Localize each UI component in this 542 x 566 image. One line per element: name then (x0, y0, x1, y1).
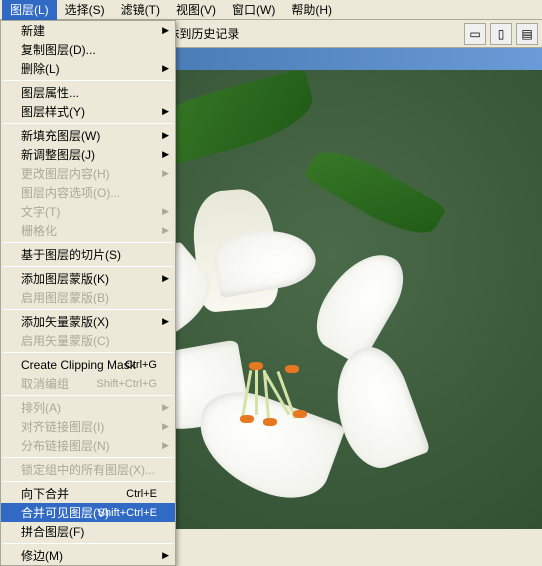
submenu-arrow-icon: ▶ (162, 550, 169, 561)
folder-icon[interactable]: ▯ (490, 23, 512, 45)
submenu-arrow-icon: ▶ (162, 106, 169, 117)
shortcut-label: Shift+Ctrl+E (98, 507, 157, 519)
submenu-arrow-icon: ▶ (162, 440, 169, 451)
menu-separator (3, 309, 173, 310)
submenu-arrow-icon: ▶ (162, 130, 169, 141)
shortcut-label: Ctrl+E (126, 488, 157, 500)
submenu-arrow-icon: ▶ (162, 316, 169, 327)
menu-addvector[interactable]: 添加矢量蒙版(X)▶ (1, 312, 175, 331)
menu-window[interactable]: 窗口(W) (224, 0, 283, 20)
submenu-arrow-icon: ▶ (162, 149, 169, 160)
menu-distlinked: 分布链接图层(N)▶ (1, 436, 175, 455)
menu-separator (3, 352, 173, 353)
submenu-arrow-icon: ▶ (162, 421, 169, 432)
menu-changecontent: 更改图层内容(H)▶ (1, 164, 175, 183)
submenu-arrow-icon: ▶ (162, 25, 169, 36)
menu-mergedown[interactable]: 向下合并Ctrl+E (1, 484, 175, 503)
submenu-arrow-icon: ▶ (162, 168, 169, 179)
menu-enablemask: 启用图层蒙版(B) (1, 288, 175, 307)
layer-menu-dropdown: 新建▶ 复制图层(D)... 删除(L)▶ 图层属性... 图层样式(Y)▶ 新… (0, 20, 176, 566)
submenu-arrow-icon: ▶ (162, 225, 169, 236)
palette-icon[interactable]: ▭ (464, 23, 486, 45)
menu-view[interactable]: 视图(V) (168, 0, 224, 20)
menu-flatten[interactable]: 拼合图层(F) (1, 522, 175, 541)
menu-separator (3, 123, 173, 124)
menu-help[interactable]: 帮助(H) (283, 0, 340, 20)
menu-arrange: 排列(A)▶ (1, 398, 175, 417)
shortcut-label: Shift+Ctrl+G (96, 378, 157, 390)
menu-type: 文字(T)▶ (1, 202, 175, 221)
menu-separator (3, 80, 173, 81)
menu-slice[interactable]: 基于图层的切片(S) (1, 245, 175, 264)
menu-delete[interactable]: 删除(L)▶ (1, 59, 175, 78)
menu-new[interactable]: 新建▶ (1, 21, 175, 40)
submenu-arrow-icon: ▶ (162, 63, 169, 74)
menu-addmask[interactable]: 添加图层蒙版(K)▶ (1, 269, 175, 288)
menu-separator (3, 481, 173, 482)
menu-lockall: 锁定组中的所有图层(X)... (1, 460, 175, 479)
menu-filter[interactable]: 滤镜(T) (113, 0, 168, 20)
trash-icon[interactable]: ▤ (516, 23, 538, 45)
menu-separator (3, 457, 173, 458)
menu-rasterize: 栅格化▶ (1, 221, 175, 240)
menu-newfill[interactable]: 新填充图层(W)▶ (1, 126, 175, 145)
menu-duplicate[interactable]: 复制图层(D)... (1, 40, 175, 59)
menu-layer[interactable]: 图层(L) (2, 0, 57, 20)
menu-enablevector: 启用矢量蒙版(C) (1, 331, 175, 350)
submenu-arrow-icon: ▶ (162, 273, 169, 284)
menu-select[interactable]: 选择(S) (57, 0, 113, 20)
menu-newadj[interactable]: 新调整图层(J)▶ (1, 145, 175, 164)
submenu-arrow-icon: ▶ (162, 206, 169, 217)
menu-separator (3, 242, 173, 243)
menu-style[interactable]: 图层样式(Y)▶ (1, 102, 175, 121)
menu-props[interactable]: 图层属性... (1, 83, 175, 102)
menu-releaseclip: 取消编组Shift+Ctrl+G (1, 374, 175, 393)
menu-mergevisible[interactable]: 合并可见图层(V)Shift+Ctrl+E (1, 503, 175, 522)
menu-contentopts: 图层内容选项(O)... (1, 183, 175, 202)
menubar: 图层(L) 选择(S) 滤镜(T) 视图(V) 窗口(W) 帮助(H) (0, 0, 542, 20)
menu-separator (3, 543, 173, 544)
submenu-arrow-icon: ▶ (162, 402, 169, 413)
shortcut-label: Ctrl+G (125, 359, 157, 371)
menu-alignlinked: 对齐链接图层(I)▶ (1, 417, 175, 436)
menu-separator (3, 395, 173, 396)
erase-history-label: 抹到历史记录 (167, 25, 239, 42)
menu-createclip[interactable]: Create Clipping MaskCtrl+G (1, 355, 175, 374)
menu-separator (3, 266, 173, 267)
menu-matting[interactable]: 修边(M)▶ (1, 546, 175, 565)
